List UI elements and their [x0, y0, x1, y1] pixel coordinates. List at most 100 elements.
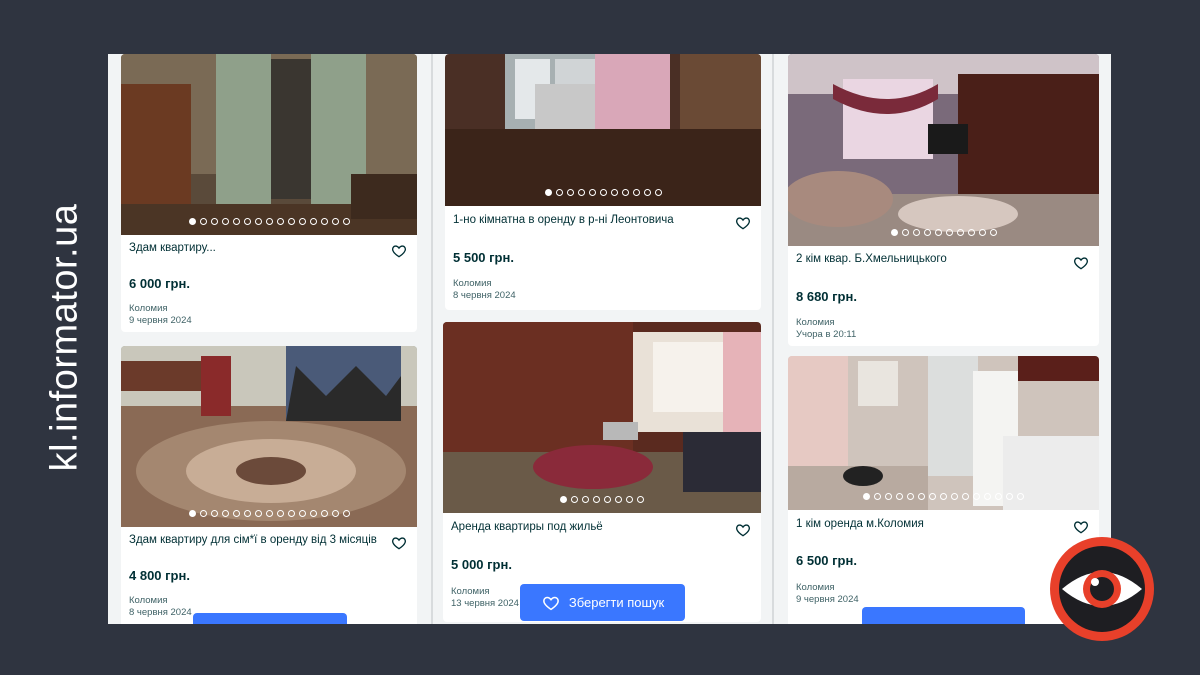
heart-outline-icon[interactable] — [391, 243, 407, 259]
photo-dot[interactable] — [989, 229, 997, 236]
photo-dot[interactable] — [984, 493, 991, 500]
photo-dot[interactable] — [1006, 493, 1013, 500]
photo-dot[interactable] — [265, 510, 273, 517]
photo-dot[interactable] — [577, 189, 585, 196]
photo-dot[interactable] — [599, 189, 607, 196]
photo-pager[interactable] — [788, 493, 1099, 500]
photo-dot[interactable] — [298, 510, 306, 517]
photo-dot[interactable] — [544, 189, 552, 196]
photo-dot[interactable] — [1017, 493, 1024, 500]
photo-pager[interactable] — [445, 189, 761, 196]
photo-pager[interactable] — [788, 229, 1099, 236]
listing-title[interactable]: Аренда квартиры под жильё — [451, 521, 721, 533]
photo-dot[interactable] — [582, 496, 589, 503]
listing-card[interactable]: 1-но кімнатна в оренду в р-ні Леонтовича… — [445, 54, 761, 310]
photo-dot[interactable] — [885, 493, 892, 500]
photo-dot[interactable] — [962, 493, 969, 500]
photo-dot[interactable] — [309, 218, 317, 225]
photo-dot[interactable] — [342, 218, 350, 225]
heart-outline-icon[interactable] — [1073, 519, 1089, 535]
photo-dot[interactable] — [254, 218, 262, 225]
listing-card[interactable]: 2 кім квар. Б.Хмельницького 8 680 грн. К… — [788, 54, 1099, 346]
listing-photo[interactable] — [121, 54, 417, 235]
photo-dot[interactable] — [978, 229, 986, 236]
photo-dot[interactable] — [331, 218, 339, 225]
photo-dot[interactable] — [863, 493, 870, 500]
photo-dot[interactable] — [566, 189, 574, 196]
photo-dot[interactable] — [874, 493, 881, 500]
photo-dot[interactable] — [901, 229, 909, 236]
listing-card[interactable]: Аренда квартиры под жильё 5 000 грн. Кол… — [443, 322, 761, 622]
photo-dot[interactable] — [555, 189, 563, 196]
listing-photo[interactable] — [788, 54, 1099, 246]
listing-photo[interactable] — [445, 54, 761, 206]
heart-outline-icon[interactable] — [391, 535, 407, 551]
photo-dot[interactable] — [918, 493, 925, 500]
photo-dot[interactable] — [956, 229, 964, 236]
save-search-button[interactable] — [193, 613, 347, 624]
photo-dot[interactable] — [912, 229, 920, 236]
photo-dot[interactable] — [331, 510, 339, 517]
heart-outline-icon[interactable] — [1073, 255, 1089, 271]
listing-title[interactable]: Здам квартиру для сім*ї в оренду від 3 м… — [129, 534, 377, 546]
photo-dot[interactable] — [560, 496, 567, 503]
photo-dot[interactable] — [615, 496, 622, 503]
photo-dot[interactable] — [287, 510, 295, 517]
save-search-button[interactable] — [862, 607, 1025, 624]
photo-dot[interactable] — [210, 510, 218, 517]
photo-dot[interactable] — [243, 510, 251, 517]
photo-dot[interactable] — [934, 229, 942, 236]
photo-dot[interactable] — [923, 229, 931, 236]
photo-dot[interactable] — [199, 510, 207, 517]
photo-dot[interactable] — [199, 218, 207, 225]
photo-dot[interactable] — [188, 218, 196, 225]
photo-dot[interactable] — [309, 510, 317, 517]
listing-card[interactable]: Здам квартиру... 6 000 грн. Коломия 9 че… — [121, 54, 417, 332]
photo-pager[interactable] — [121, 218, 417, 225]
photo-dot[interactable] — [896, 493, 903, 500]
photo-dot[interactable] — [276, 218, 284, 225]
photo-dot[interactable] — [637, 496, 644, 503]
photo-dot[interactable] — [188, 510, 196, 517]
photo-dot[interactable] — [951, 493, 958, 500]
photo-dot[interactable] — [243, 218, 251, 225]
photo-dot[interactable] — [604, 496, 611, 503]
listing-title[interactable]: Здам квартиру... — [129, 242, 377, 254]
photo-dot[interactable] — [945, 229, 953, 236]
listing-photo[interactable] — [788, 356, 1099, 510]
photo-dot[interactable] — [221, 218, 229, 225]
photo-dot[interactable] — [643, 189, 651, 196]
photo-dot[interactable] — [621, 189, 629, 196]
photo-dot[interactable] — [588, 189, 596, 196]
photo-dot[interactable] — [929, 493, 936, 500]
photo-dot[interactable] — [342, 510, 350, 517]
listing-title[interactable]: 2 кім квар. Б.Хмельницького — [796, 253, 1059, 265]
photo-dot[interactable] — [610, 189, 618, 196]
photo-dot[interactable] — [907, 493, 914, 500]
listing-card[interactable]: Здам квартиру для сім*ї в оренду від 3 м… — [121, 346, 417, 624]
photo-dot[interactable] — [654, 189, 662, 196]
photo-dot[interactable] — [287, 218, 295, 225]
photo-dot[interactable] — [973, 493, 980, 500]
listing-title[interactable]: 1 кім оренда м.Коломия — [796, 518, 1059, 530]
photo-dot[interactable] — [232, 218, 240, 225]
photo-dot[interactable] — [626, 496, 633, 503]
photo-dot[interactable] — [320, 218, 328, 225]
listing-photo[interactable] — [121, 346, 417, 527]
photo-pager[interactable] — [443, 496, 761, 503]
photo-dot[interactable] — [320, 510, 328, 517]
save-search-button[interactable]: Зберегти пошук — [520, 584, 685, 621]
photo-dot[interactable] — [221, 510, 229, 517]
photo-dot[interactable] — [890, 229, 898, 236]
listing-title[interactable]: 1-но кімнатна в оренду в р-ні Леонтовича — [453, 214, 721, 226]
photo-dot[interactable] — [632, 189, 640, 196]
photo-dot[interactable] — [265, 218, 273, 225]
photo-pager[interactable] — [121, 510, 417, 517]
photo-dot[interactable] — [276, 510, 284, 517]
photo-dot[interactable] — [254, 510, 262, 517]
heart-outline-icon[interactable] — [735, 522, 751, 538]
photo-dot[interactable] — [232, 510, 240, 517]
listing-photo[interactable] — [443, 322, 761, 513]
photo-dot[interactable] — [298, 218, 306, 225]
photo-dot[interactable] — [571, 496, 578, 503]
